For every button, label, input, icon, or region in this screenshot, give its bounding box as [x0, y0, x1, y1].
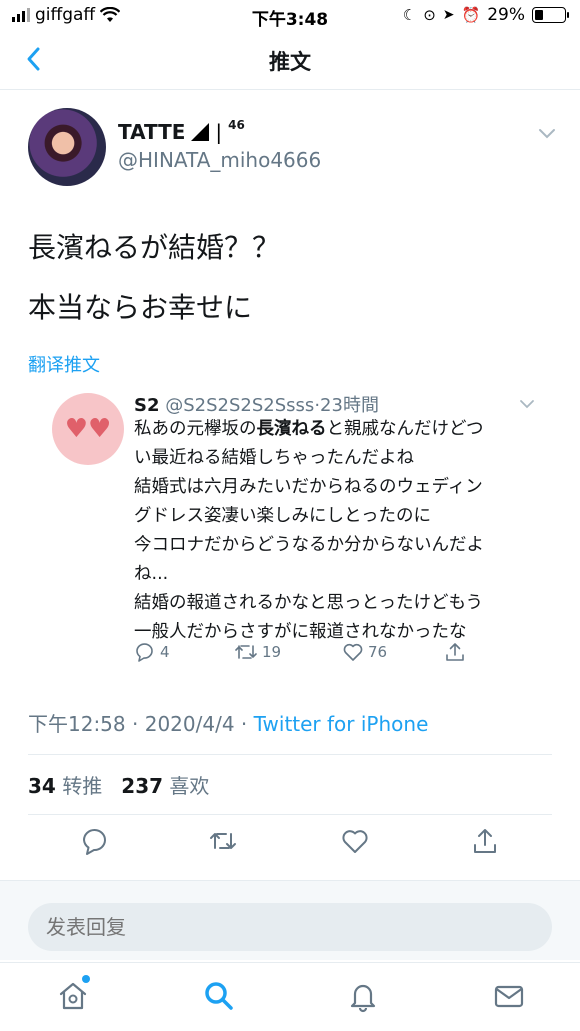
flag-icon: [191, 123, 210, 141]
quoted-name: S2: [134, 395, 160, 416]
author-name: TATTE: [118, 120, 186, 144]
like-icon[interactable]: [340, 826, 370, 856]
chevron-down-icon[interactable]: [518, 395, 536, 413]
tweet-actions: [28, 826, 552, 866]
home-icon[interactable]: [56, 979, 90, 1013]
quoted-reply-count: 4: [160, 643, 170, 661]
notifications-bell-icon[interactable]: [346, 979, 380, 1013]
quoted-tweet[interactable]: ♥ ♥ S2 @S2S2S2S2Ssss·23時間 私あの元欅坂の長濱ねると親戚…: [28, 375, 550, 685]
reply-input[interactable]: [28, 903, 552, 951]
heart-icon: ♥: [64, 414, 88, 444]
quoted-line: 結婚式は六月みたいだからねるのウェディン: [134, 477, 483, 497]
status-bar: giffgaff 下午3:48 ☾ ⊙ ➤ ⏰ 29%: [0, 0, 580, 32]
alarm-icon: ⏰: [461, 6, 481, 24]
quoted-retweet-count: 19: [262, 643, 282, 661]
like-stat[interactable]: 237 喜欢: [121, 774, 209, 798]
author-badge: 46: [228, 118, 245, 132]
nav-bar: 推文: [0, 34, 580, 90]
rotation-lock-icon: ⊙: [423, 6, 436, 24]
tweet-source[interactable]: Twitter for iPhone: [254, 712, 429, 736]
author-avatar[interactable]: [28, 108, 106, 186]
search-icon[interactable]: [202, 979, 236, 1013]
chevron-down-icon[interactable]: [536, 122, 558, 144]
quoted-actions: 4 19 76: [134, 641, 514, 669]
name-separator: |: [215, 120, 223, 144]
location-icon: ➤: [442, 7, 455, 23]
quoted-line: 今コロナだからどうなるか分からないんだよ: [134, 535, 484, 555]
quoted-like-button[interactable]: 76: [342, 641, 387, 663]
quoted-line: ね...: [134, 564, 169, 584]
tweet-line: 本当ならお幸せに: [28, 291, 253, 324]
like-count: 237: [121, 774, 164, 798]
retweet-stat[interactable]: 34 转推: [28, 774, 102, 798]
reply-area: [0, 880, 580, 960]
tweet-meta: 下午12:58 · 2020/4/4 · Twitter for iPhone: [28, 708, 428, 737]
divider: [28, 754, 552, 755]
quoted-line: 結婚の報道されるかなと思っとったけどもう: [134, 593, 483, 613]
author-handle[interactable]: @HINATA_miho4666: [118, 148, 321, 172]
quoted-retweet-button[interactable]: 19: [234, 641, 281, 663]
quoted-handle: @S2S2S2S2Ssss: [165, 395, 315, 416]
tab-bar: [0, 962, 580, 1031]
moon-icon: ☾: [402, 6, 417, 24]
quoted-line: い最近ねる結婚しちゃったんだよね: [134, 448, 414, 468]
retweet-icon: [235, 645, 257, 659]
share-icon[interactable]: [470, 826, 500, 856]
retweet-count: 34: [28, 774, 56, 798]
dot-separator: ·: [132, 712, 145, 736]
quoted-reply-button[interactable]: 4: [134, 641, 170, 663]
status-right: ☾ ⊙ ➤ ⏰ 29%: [402, 5, 569, 25]
quoted-time: 23時間: [320, 395, 379, 416]
share-icon: [446, 643, 464, 661]
quoted-line: グドレス姿凄い楽しみにしとったのに: [134, 506, 431, 526]
quoted-text-part: と親戚なんだけどつ: [326, 419, 484, 439]
heart-icon: ♥: [88, 414, 112, 444]
like-label: 喜欢: [169, 774, 210, 798]
heart-outline-icon: [343, 643, 363, 661]
quoted-bold-name: 長濱ねる: [256, 419, 327, 439]
quoted-text: 私あの元欅坂の長濱ねると親戚なんだけどつ い最近ねる結婚しちゃったんだよね 結婚…: [134, 415, 534, 647]
tweet-text: 長濱ねるが結婚？？ 本当ならお幸せに: [28, 218, 558, 338]
dot-separator: ·: [240, 712, 254, 736]
quoted-header: S2 @S2S2S2S2Ssss·23時間: [134, 391, 379, 417]
retweet-icon[interactable]: [208, 826, 238, 856]
reply-icon[interactable]: [80, 826, 110, 856]
reply-icon: [136, 643, 153, 662]
translate-link[interactable]: 翻译推文: [28, 351, 100, 377]
quoted-text-part: 私あの元欅坂の: [134, 419, 257, 439]
tweet-line: 長濱ねるが結婚？？: [28, 231, 281, 264]
quoted-share-button[interactable]: [444, 641, 466, 663]
page-title: 推文: [269, 50, 311, 74]
retweet-label: 转推: [62, 774, 103, 798]
author-name-row[interactable]: TATTE | 46: [118, 118, 245, 144]
messages-mail-icon[interactable]: [492, 979, 526, 1013]
quoted-like-count: 76: [368, 643, 388, 661]
battery-percent: 29%: [487, 5, 525, 25]
tweet-time: 下午12:58: [28, 712, 126, 736]
quoted-line: 私あの元欅坂の長濱ねると親戚なんだけどつ: [134, 415, 534, 444]
battery-icon: [532, 7, 569, 23]
tweet-stats: 34 转推 237 喜欢: [28, 770, 209, 799]
divider: [28, 814, 552, 815]
tweet-author: TATTE | 46 @HINATA_miho4666: [28, 108, 558, 188]
tweet-date: 2020/4/4: [144, 712, 235, 736]
quoted-avatar[interactable]: ♥ ♥: [52, 393, 124, 465]
